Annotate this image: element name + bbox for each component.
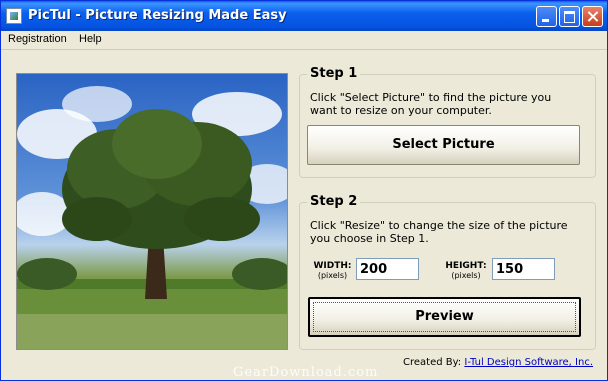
width-label: WIDTH: (pixels)	[310, 261, 355, 281]
app-icon[interactable]	[6, 8, 22, 24]
picture-preview	[16, 73, 288, 350]
step2-title: Step 2	[307, 194, 361, 209]
height-label: HEIGHT: (pixels)	[441, 261, 491, 281]
company-link[interactable]: I-Tul Design Software, Inc.	[464, 357, 593, 368]
minimize-button[interactable]	[536, 6, 557, 27]
close-button[interactable]	[582, 6, 603, 27]
app-window: PicTul - Picture Resizing Made Easy Regi…	[0, 0, 608, 381]
select-picture-button[interactable]: Select Picture	[307, 125, 580, 165]
tree-photo	[17, 86, 287, 349]
menu-registration[interactable]: Registration	[8, 33, 67, 45]
watermark: GearDownload.com	[233, 365, 379, 380]
title-bar[interactable]: PicTul - Picture Resizing Made Easy	[1, 1, 607, 31]
window-title: PicTul - Picture Resizing Made Easy	[28, 8, 287, 23]
credit-prefix: Created By:	[403, 357, 462, 368]
width-label-text: WIDTH:	[313, 261, 352, 271]
step1-title: Step 1	[307, 66, 361, 81]
width-unit: (pixels)	[317, 271, 348, 280]
step1-description-line2: want to resize on your computer.	[310, 104, 492, 117]
step2-description-line1: Click "Resize" to change the size of the…	[310, 219, 568, 232]
height-label-text: HEIGHT:	[445, 261, 487, 271]
step2-description-line2: you choose in Step 1.	[310, 232, 429, 245]
menu-bar: Registration Help	[1, 31, 607, 50]
preview-button[interactable]: Preview	[308, 297, 581, 337]
height-unit: (pixels)	[451, 271, 481, 280]
maximize-button[interactable]	[559, 6, 580, 27]
width-input[interactable]	[356, 258, 419, 280]
step1-description-line1: Click "Select Picture" to find the pictu…	[310, 91, 552, 104]
menu-help[interactable]: Help	[79, 33, 102, 45]
height-input[interactable]	[492, 258, 555, 280]
credit-line: Created By: I-Tul Design Software, Inc.	[403, 357, 593, 368]
